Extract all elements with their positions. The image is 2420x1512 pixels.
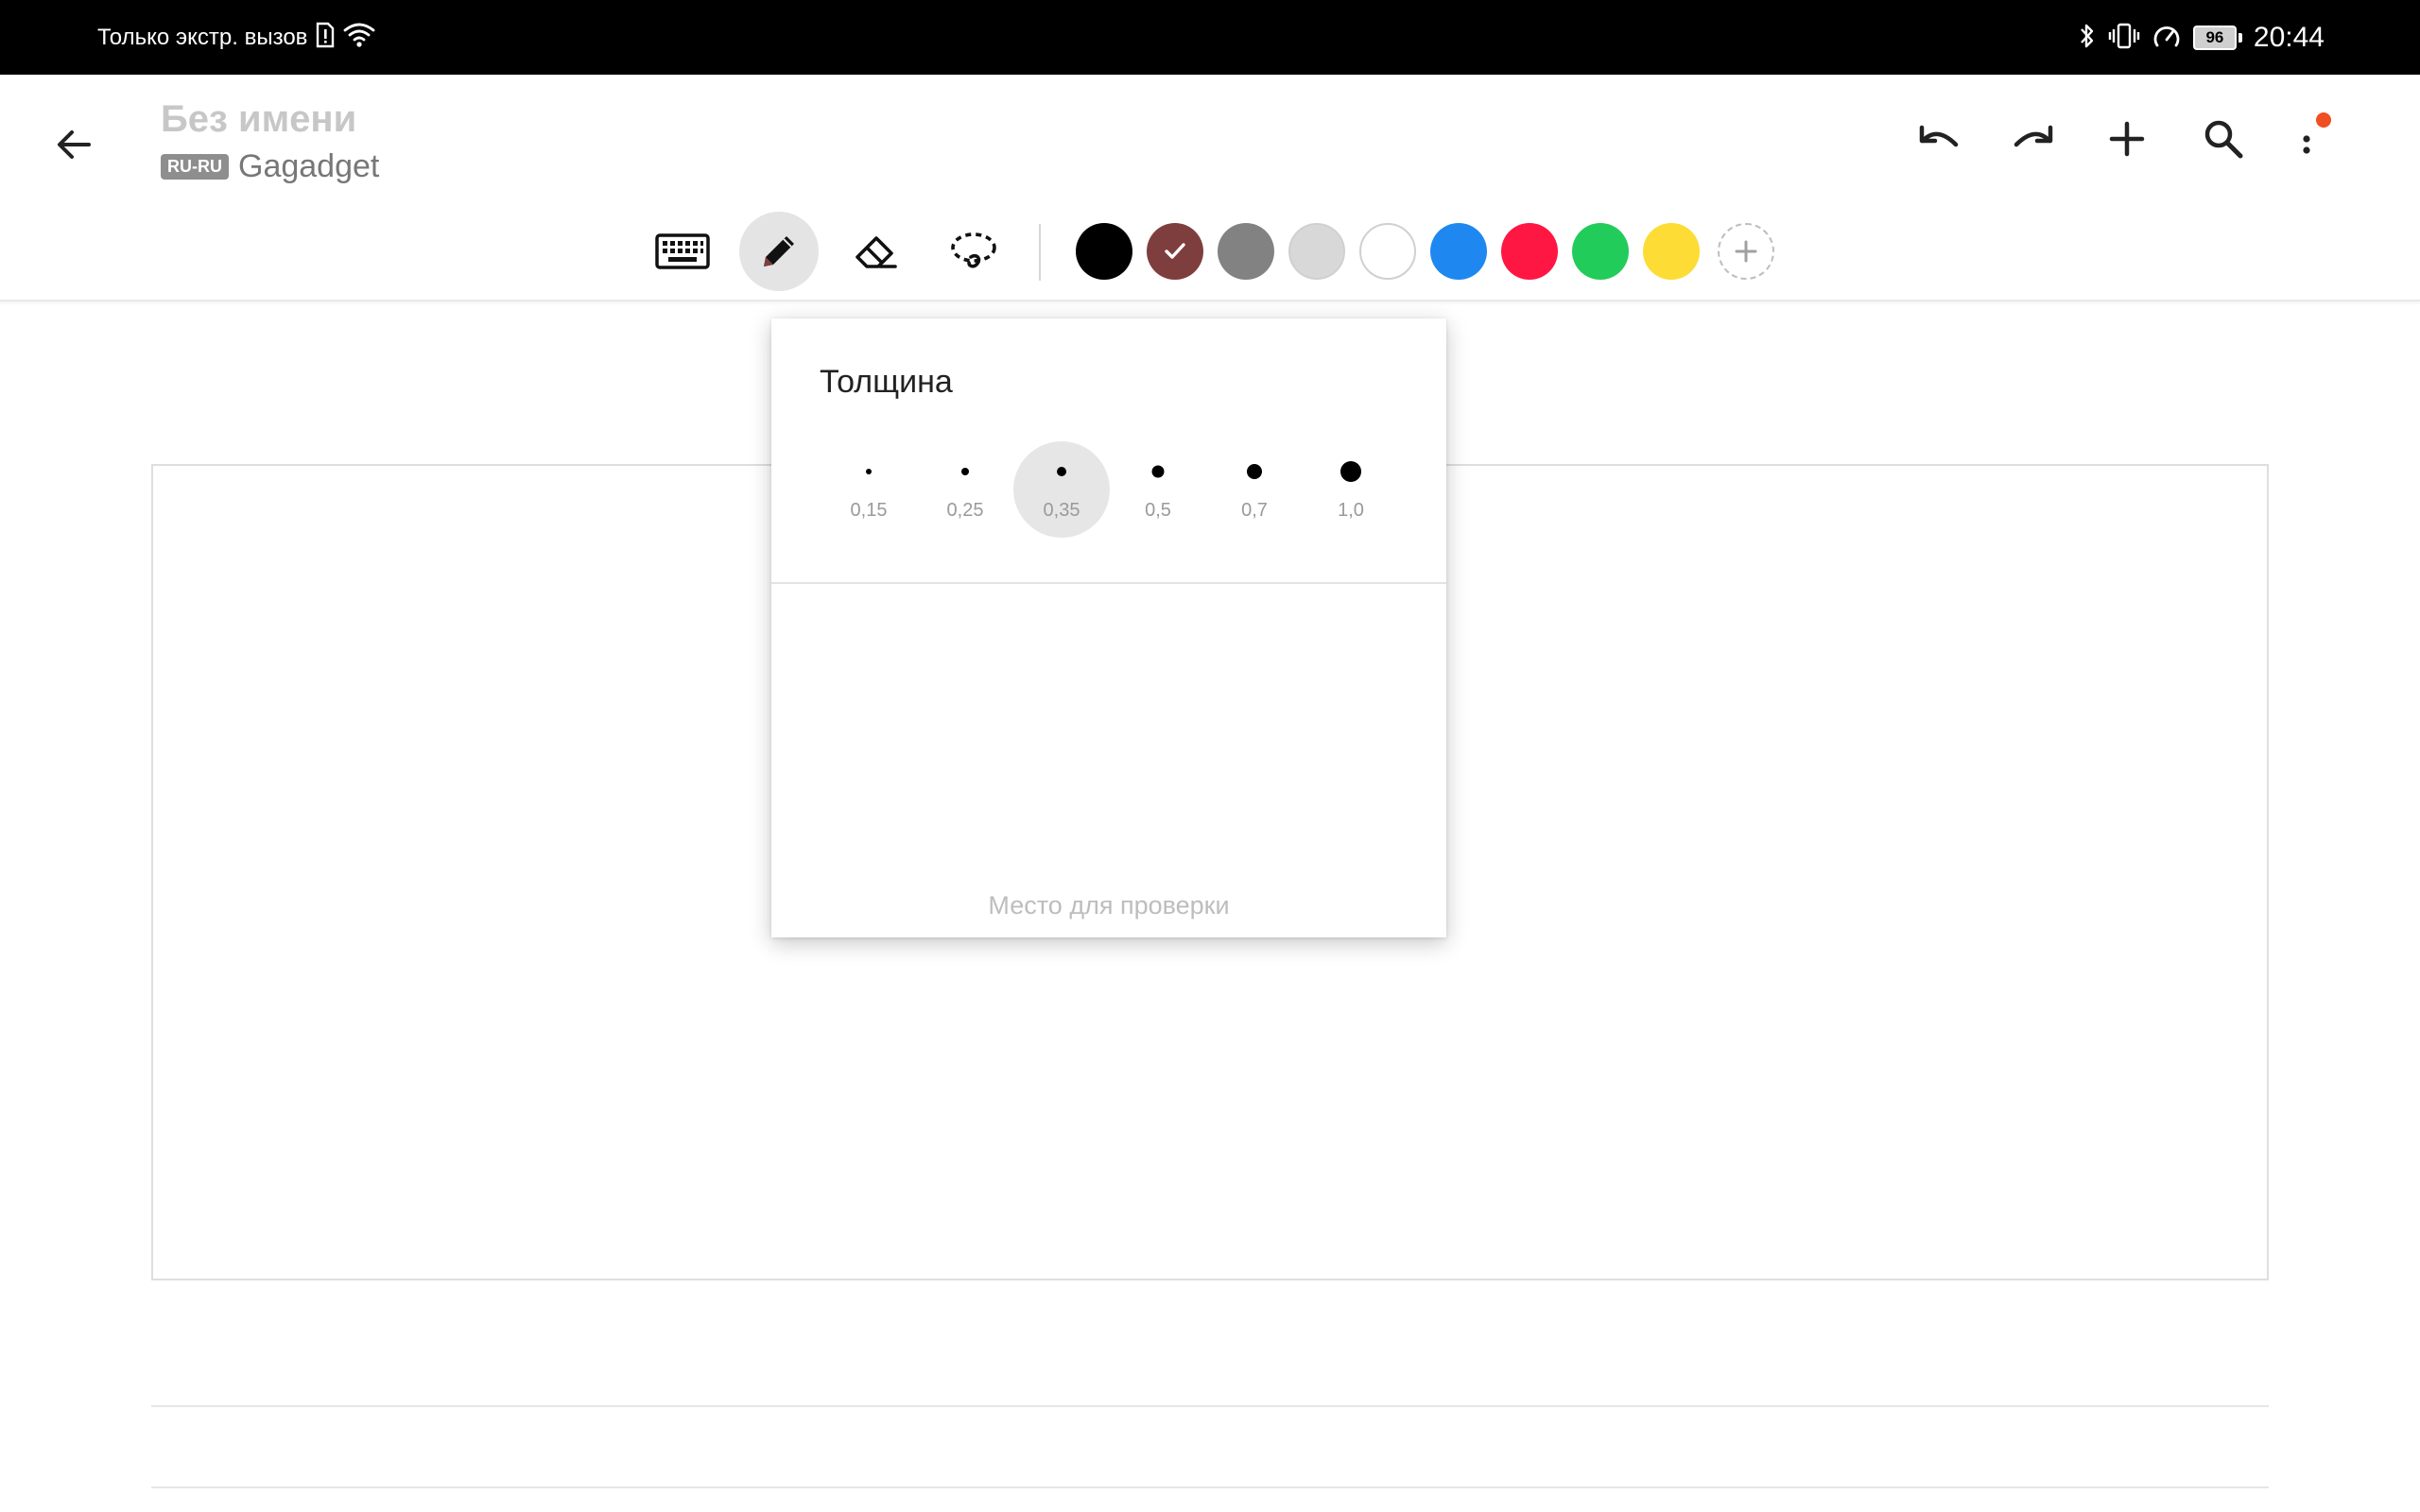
thickness-option[interactable]: 1,0 (1303, 441, 1399, 538)
status-right: 96 20:44 (2078, 15, 2325, 60)
redo-icon (2014, 125, 2053, 147)
note-title[interactable]: Без имени (161, 98, 356, 141)
color-swatch[interactable] (1572, 223, 1629, 280)
thickness-label: 0,35 (1043, 500, 1080, 521)
page-rule-line (151, 1405, 2269, 1407)
thickness-popup: Толщина 0,15 0,25 0,35 0,5 0,7 1,0 Место для … (771, 318, 1446, 937)
toolbar-separator (1039, 224, 1041, 281)
thickness-options: 0,15 0,25 0,35 0,5 0,7 1,0 (771, 441, 1446, 545)
thickness-option[interactable]: 0,15 (821, 441, 917, 538)
lasso-tool-button[interactable] (934, 212, 1013, 291)
app-bar: Без имени RU-RU Gagadget (0, 75, 2420, 205)
battery-level: 96 (2192, 26, 2237, 50)
arrow-left-icon (58, 130, 91, 159)
speed-icon (2152, 22, 2182, 55)
page-rule-line (151, 1486, 2269, 1488)
pen-tool-button[interactable] (739, 212, 819, 291)
thickness-option[interactable]: 0,7 (1206, 441, 1303, 538)
color-swatch[interactable] (1359, 223, 1416, 280)
thickness-label: 1,0 (1338, 500, 1364, 521)
notification-dot (2316, 112, 2331, 128)
thickness-option[interactable]: 0,35 (1013, 441, 1110, 538)
lasso-icon (951, 232, 996, 268)
more-icon (2303, 135, 2310, 154)
color-swatch[interactable] (1643, 223, 1700, 280)
pen-toolbar (0, 203, 2420, 301)
add-color-button[interactable] (1718, 223, 1774, 280)
thickness-dot (1340, 461, 1361, 482)
thickness-label: 0,7 (1241, 500, 1268, 521)
thickness-dot (961, 468, 969, 475)
vibrate-icon (2108, 22, 2140, 55)
color-swatch[interactable] (1288, 223, 1345, 280)
carrier-text: Только экстр. вызов (97, 25, 308, 50)
pen-icon (764, 236, 794, 266)
more-button[interactable] (2269, 101, 2344, 177)
sim-alert-icon (315, 22, 336, 55)
color-swatch[interactable] (1147, 223, 1203, 280)
thickness-title: Толщина (820, 364, 953, 400)
thickness-dot (1247, 464, 1262, 479)
wifi-icon (343, 22, 375, 55)
language-badge: RU-RU (161, 154, 229, 180)
thickness-option[interactable]: 0,5 (1110, 441, 1206, 538)
keyboard-icon (655, 233, 710, 269)
checkmark-icon (1165, 243, 1185, 259)
add-button[interactable] (2089, 101, 2165, 177)
add-icon (2109, 121, 2145, 157)
preview-area[interactable]: Место для проверки (771, 584, 1446, 937)
undo-icon (1919, 125, 1959, 147)
undo-button[interactable] (1900, 101, 1976, 177)
keyboard-tool-button[interactable] (643, 212, 722, 291)
color-swatch[interactable] (1501, 223, 1558, 280)
status-bar: Только экстр. вызов 96 20:44 (0, 0, 2420, 75)
eraser-tool-button[interactable] (838, 212, 917, 291)
eraser-icon (856, 236, 897, 268)
back-button[interactable] (40, 111, 108, 179)
thickness-label: 0,5 (1145, 500, 1171, 521)
plus-icon (1735, 240, 1757, 263)
status-left: Только экстр. вызов (97, 21, 375, 55)
notebook-name: Gagadget (238, 148, 380, 184)
redo-button[interactable] (1996, 101, 2072, 177)
preview-hint: Место для проверки (988, 891, 1230, 919)
note-subtitle: RU-RU Gagadget (161, 148, 379, 185)
color-swatch[interactable] (1430, 223, 1487, 280)
thickness-option[interactable]: 0,25 (917, 441, 1013, 538)
color-swatch[interactable] (1076, 223, 1132, 280)
bluetooth-icon (2078, 22, 2097, 55)
search-icon (2204, 120, 2243, 159)
thickness-dot (1057, 467, 1066, 476)
thickness-dot (1151, 465, 1165, 478)
search-button[interactable] (2186, 101, 2261, 177)
battery-icon: 96 (2192, 26, 2242, 50)
thickness-dot (866, 469, 872, 474)
thickness-label: 0,15 (850, 500, 888, 521)
color-swatch[interactable] (1218, 223, 1274, 280)
thickness-label: 0,25 (946, 500, 984, 521)
clock: 20:44 (2253, 22, 2325, 53)
